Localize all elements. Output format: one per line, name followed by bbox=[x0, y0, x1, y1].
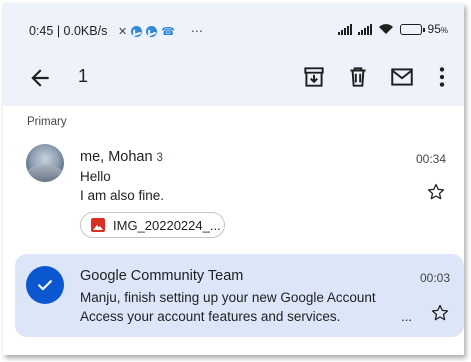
section-label: Primary bbox=[27, 116, 67, 128]
battery-icon bbox=[399, 23, 425, 35]
email-snippet: I am also fine. bbox=[80, 188, 165, 203]
email-subject: Manju, finish setting up your new Google… bbox=[80, 290, 376, 305]
gmail-window: 0:45 | 0.0KB/s ✕ ☎ ⋯ 95% 1 Primary me, M… bbox=[3, 3, 464, 355]
email-sender: Google Community Team bbox=[80, 268, 244, 284]
clock: 0:45 bbox=[29, 24, 54, 38]
image-icon bbox=[91, 218, 105, 232]
star-icon[interactable] bbox=[430, 303, 450, 323]
telegram-icon-2 bbox=[146, 25, 158, 37]
snippet-ellipsis: ... bbox=[401, 309, 412, 324]
email-sender: me, Mohan 3 bbox=[80, 149, 163, 165]
more-vert-icon[interactable] bbox=[429, 64, 455, 90]
email-row[interactable]: me, Mohan 3 00:34 Hello I am also fine. I… bbox=[3, 138, 464, 246]
wifi-icon bbox=[378, 24, 393, 34]
more-notifications-icon: ⋯ bbox=[190, 24, 204, 38]
network-speed: 0.0KB/s bbox=[63, 24, 108, 38]
signal-icon-2 bbox=[357, 23, 372, 35]
check-icon bbox=[38, 280, 52, 291]
selection-toolbar: 1 bbox=[3, 51, 464, 106]
sender-name: me, Mohan bbox=[80, 149, 153, 165]
status-right: 95% bbox=[337, 22, 448, 36]
attachment-name: IMG_20220224_... bbox=[113, 217, 221, 233]
telegram-icon bbox=[131, 25, 143, 37]
archive-icon[interactable] bbox=[301, 64, 327, 90]
phone-icon: ☎ bbox=[161, 25, 175, 38]
mute-bell-icon: ✕ bbox=[118, 25, 128, 38]
email-subject: Hello bbox=[80, 169, 111, 184]
attachment-chip[interactable]: IMG_20220224_... bbox=[80, 212, 225, 238]
avatar[interactable] bbox=[26, 144, 64, 182]
selected-checkmark-avatar[interactable] bbox=[26, 266, 64, 304]
status-bar: 0:45 | 0.0KB/s ✕ ☎ ⋯ 95% bbox=[3, 3, 464, 51]
delete-icon[interactable] bbox=[345, 64, 371, 90]
status-time: 0:45 | 0.0KB/s bbox=[29, 24, 108, 38]
selected-count: 1 bbox=[78, 66, 89, 86]
mark-unread-icon[interactable] bbox=[389, 64, 415, 90]
battery-percent: 95% bbox=[427, 22, 448, 36]
thread-count: 3 bbox=[156, 152, 163, 164]
star-icon[interactable] bbox=[426, 182, 446, 202]
email-time: 00:03 bbox=[419, 271, 450, 285]
signal-icon bbox=[337, 23, 352, 35]
notification-icons: ✕ ☎ ⋯ bbox=[118, 24, 204, 38]
email-time: 00:34 bbox=[415, 152, 446, 166]
email-snippet: Access your account features and service… bbox=[80, 309, 341, 324]
back-arrow-icon[interactable] bbox=[27, 65, 53, 91]
email-row-selected[interactable]: Google Community Team 00:03 Manju, finis… bbox=[15, 254, 464, 337]
